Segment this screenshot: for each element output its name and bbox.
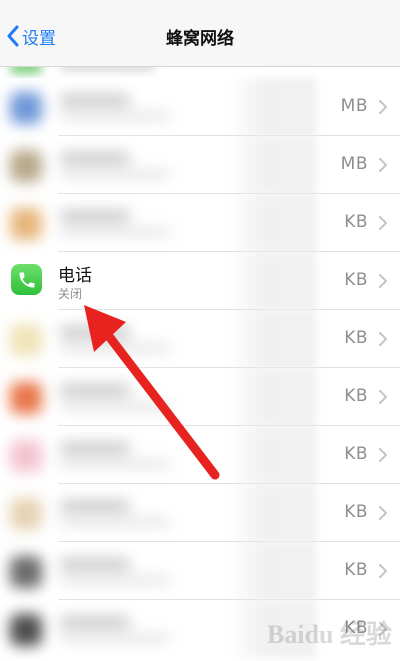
list-item-phone[interactable]: 电话 关闭 KB [0,252,400,310]
list-item[interactable]: KB [0,310,400,368]
usage-size: KB [344,560,368,580]
app-icon [10,382,42,414]
chevron-right-icon [379,332,387,346]
partial-row-top [0,66,400,78]
nav-bar: 设置 蜂窝网络 [0,0,400,67]
blurred-app-info [0,194,230,252]
watermark: Baidu 经验 [267,620,392,649]
chevron-right-icon [379,390,387,404]
blurred-app-info [0,600,230,658]
usage-size: KB [344,502,368,522]
phone-icon [11,264,42,295]
list-item[interactable]: MB [0,78,400,136]
app-icon [10,498,42,530]
app-name: 电话 [58,266,92,286]
app-icon [10,556,42,588]
app-icon [10,324,42,356]
blurred-app-info [0,426,230,484]
list-item[interactable]: KB [0,484,400,542]
usage-size: KB [344,270,368,290]
app-icon [10,150,42,182]
list-item[interactable]: KB [0,426,400,484]
usage-size: KB [344,328,368,348]
chevron-right-icon [379,100,387,114]
chevron-right-icon [379,158,387,172]
usage-size: MB [340,154,368,174]
chevron-right-icon [379,506,387,520]
usage-size: MB [340,96,368,116]
usage-size: KB [344,212,368,232]
list-item[interactable]: KB [0,542,400,600]
app-icon [10,92,42,124]
usage-size: KB [344,386,368,406]
app-icon [10,614,42,646]
list-item[interactable]: MB [0,136,400,194]
app-icon [10,208,42,240]
blurred-app-info [0,368,230,426]
blurred-app-info [0,542,230,600]
chevron-right-icon [379,564,387,578]
chevron-right-icon [379,274,387,288]
app-icon [10,440,42,472]
blurred-app-info [0,78,230,136]
usage-size: KB [344,444,368,464]
app-status: 关闭 [58,287,83,301]
page-title: 蜂窝网络 [166,29,234,49]
list-item[interactable]: KB [0,194,400,252]
blurred-app-info [0,484,230,542]
chevron-right-icon [379,448,387,462]
chevron-right-icon [379,216,387,230]
list-item[interactable]: KB [0,368,400,426]
blurred-app-info [0,310,230,368]
blurred-app-info [0,136,230,194]
